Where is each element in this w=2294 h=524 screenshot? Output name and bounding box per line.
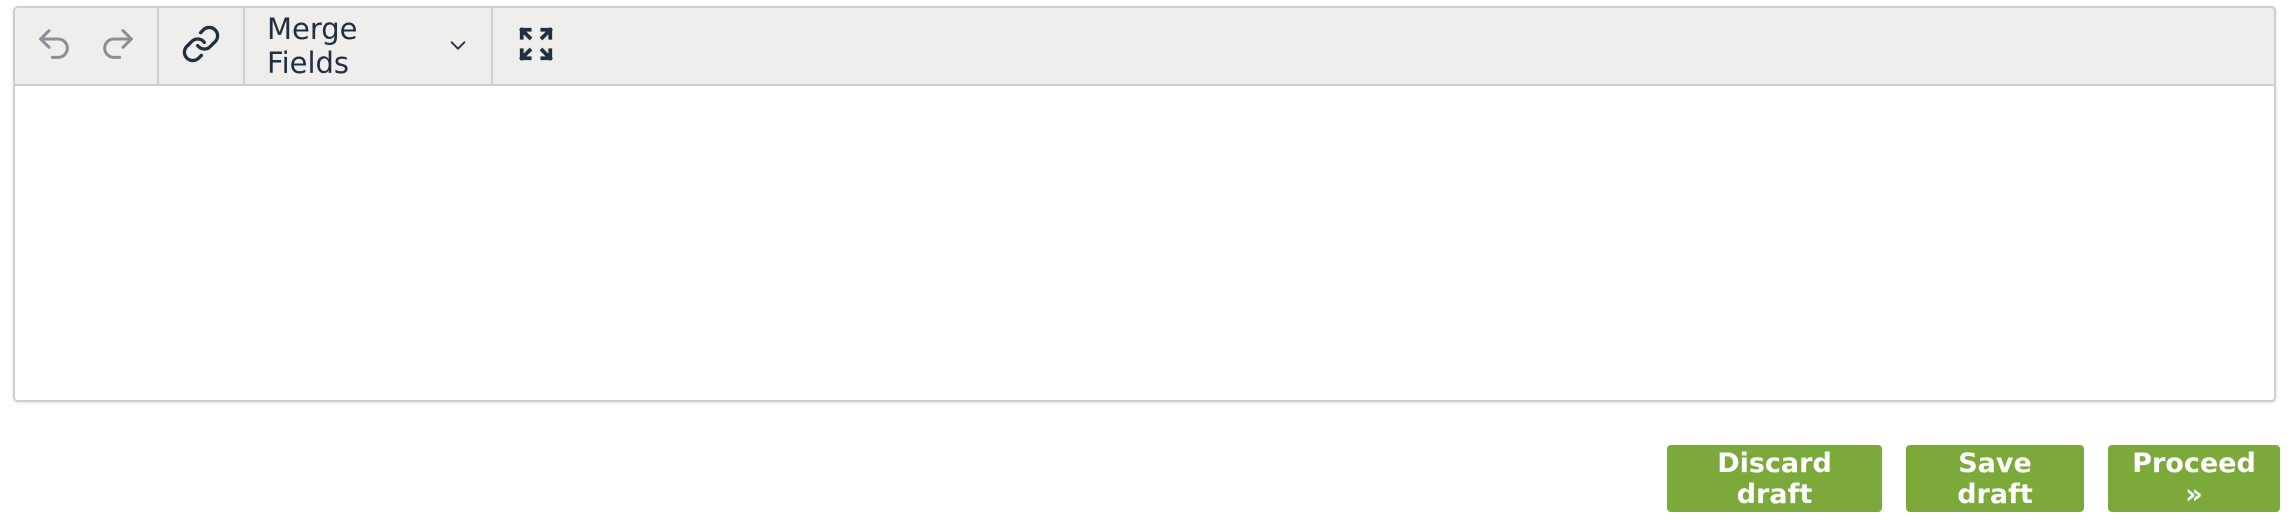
merge-fields-dropdown[interactable]: Merge Fields	[267, 12, 469, 80]
undo-button[interactable]	[29, 18, 79, 74]
toolbar-group-merge-fields: Merge Fields	[245, 8, 493, 84]
toolbar-group-link	[159, 8, 245, 84]
toolbar-group-history	[15, 8, 159, 84]
link-icon	[181, 24, 221, 68]
redo-icon	[98, 24, 138, 68]
proceed-button[interactable]: Proceed »	[2108, 445, 2280, 512]
editor-content-area[interactable]	[15, 86, 2274, 400]
save-draft-button[interactable]: Save draft	[1906, 445, 2084, 512]
form-actions: Discard draft Save draft Proceed »	[1667, 445, 2280, 512]
toolbar-group-fullscreen	[493, 8, 579, 84]
insert-link-button[interactable]	[173, 18, 229, 74]
merge-fields-label: Merge Fields	[267, 12, 358, 80]
editor-toolbar: Merge Fields	[15, 8, 2274, 86]
fullscreen-icon	[517, 25, 555, 67]
undo-icon	[34, 24, 74, 68]
redo-button[interactable]	[93, 18, 143, 74]
discard-draft-button[interactable]: Discard draft	[1667, 445, 1882, 512]
chevron-down-icon	[447, 29, 469, 63]
fullscreen-button[interactable]	[508, 18, 564, 74]
rich-text-editor: Merge Fields	[13, 6, 2276, 402]
